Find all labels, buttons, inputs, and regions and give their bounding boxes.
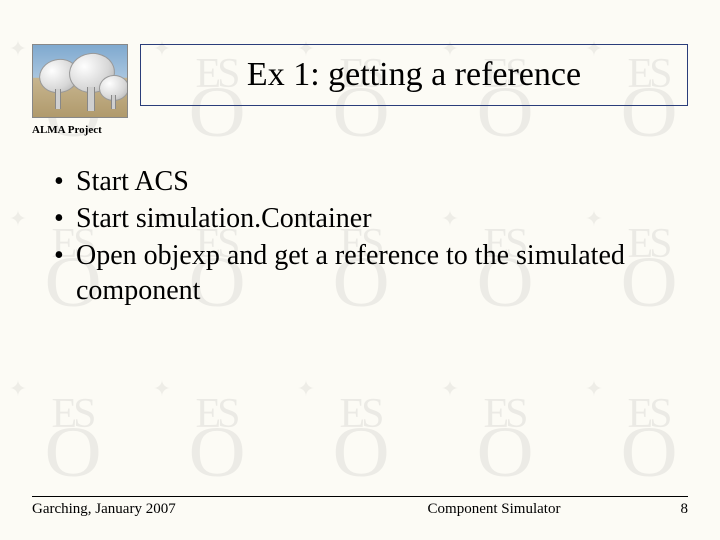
list-item: Start simulation.Container — [54, 201, 660, 236]
project-label: ALMA Project — [32, 124, 102, 136]
alma-logo-image — [32, 44, 128, 118]
slide-footer: Garching, January 2007 Component Simulat… — [32, 496, 688, 518]
slide-title-box: Ex 1: getting a reference — [140, 44, 688, 106]
footer-rule — [32, 496, 688, 497]
slide-title: Ex 1: getting a reference — [247, 56, 581, 94]
list-item: Start ACS — [54, 164, 660, 199]
bullet-list: Start ACS Start simulation.Container Ope… — [54, 164, 660, 310]
page-number: 8 — [648, 501, 688, 518]
footer-location-date: Garching, January 2007 — [32, 501, 340, 518]
footer-center: Component Simulator — [340, 501, 648, 518]
slide-header: Ex 1: getting a reference — [32, 44, 688, 134]
list-item: Open objexp and get a reference to the s… — [54, 238, 660, 308]
